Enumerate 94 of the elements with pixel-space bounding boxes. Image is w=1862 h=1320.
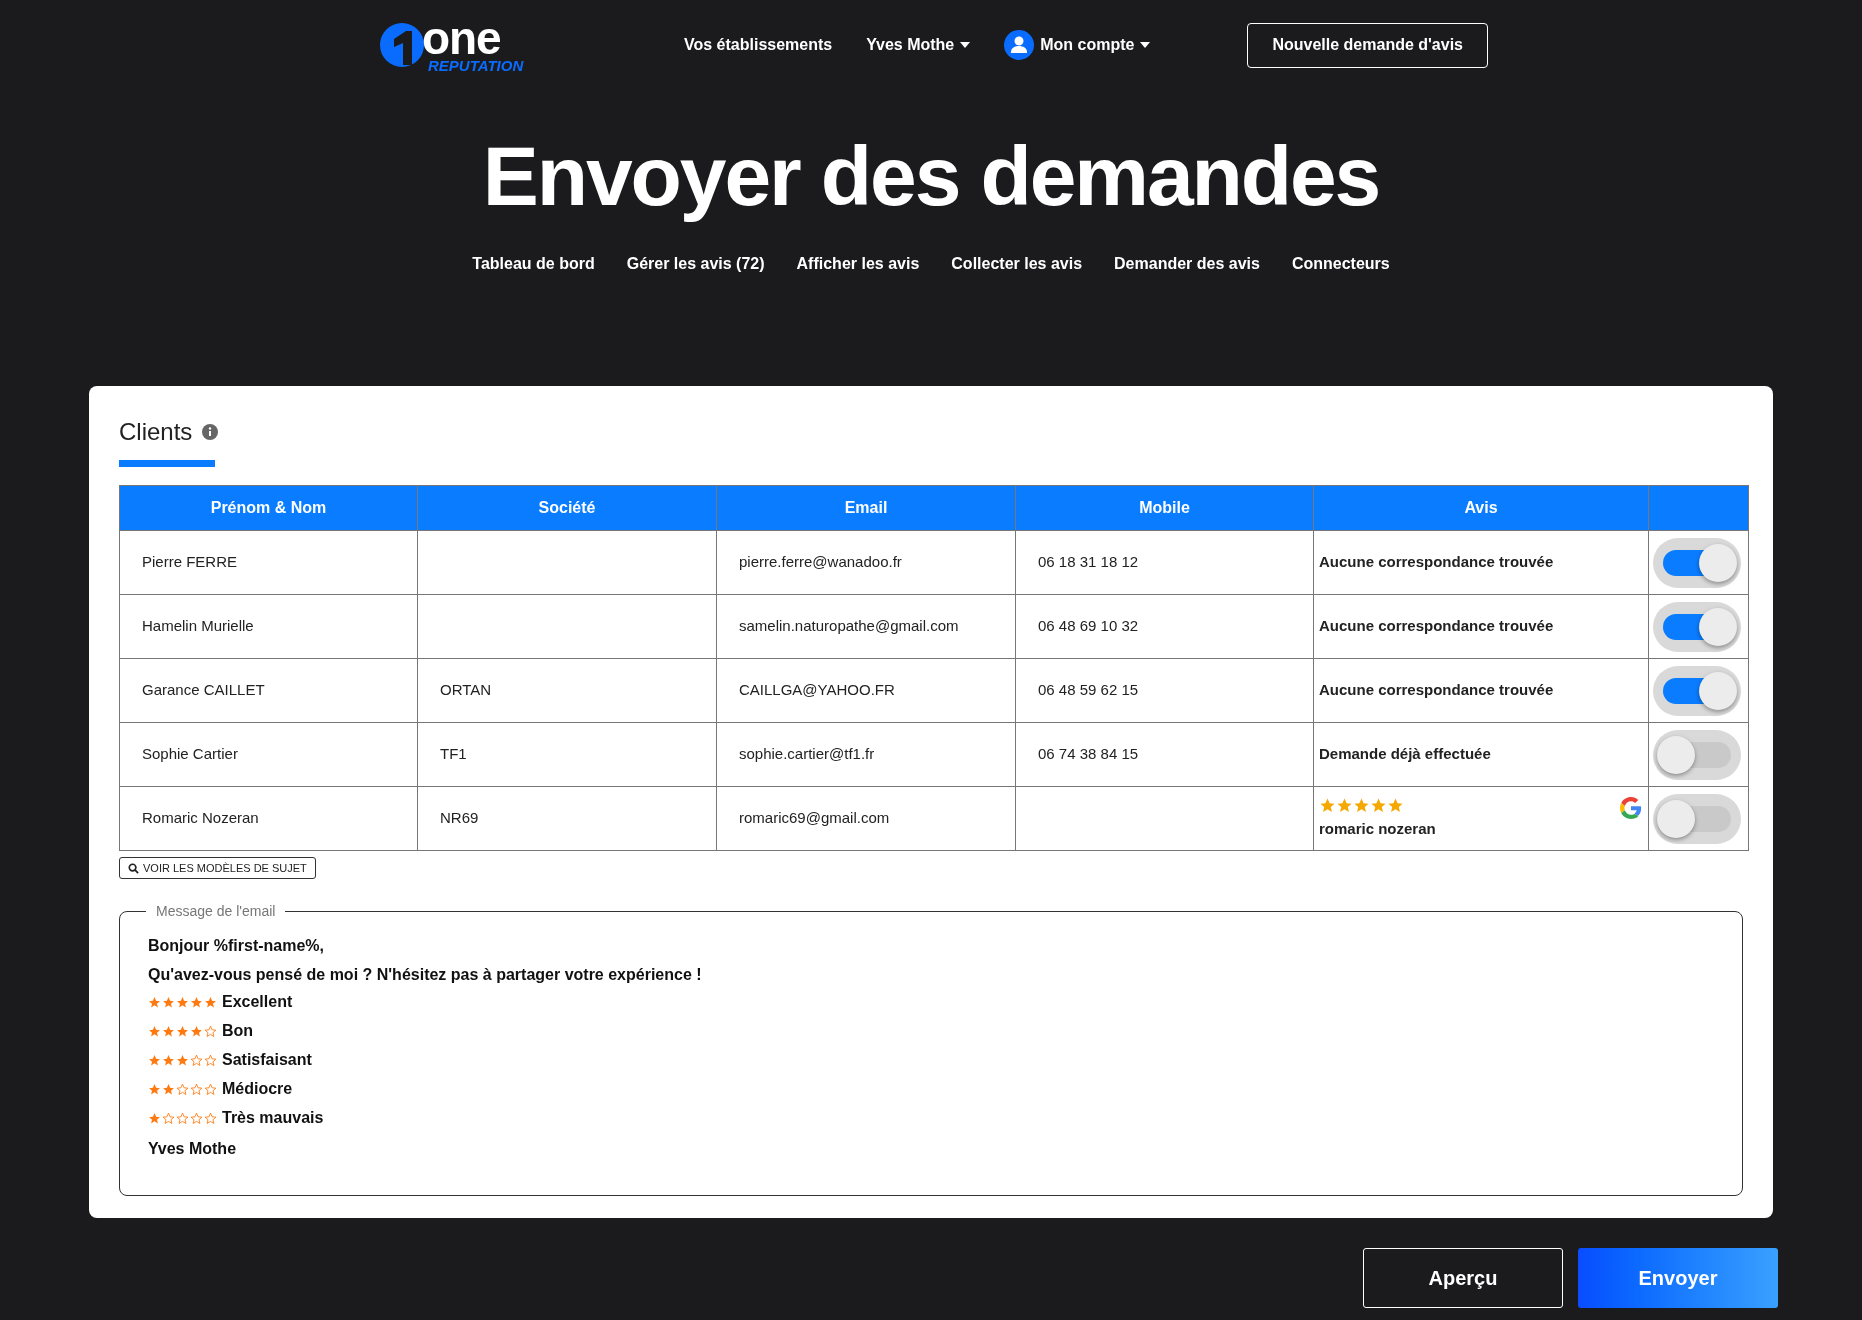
star-outline-icon (162, 1111, 175, 1125)
section-tab[interactable]: Connecteurs (1291, 252, 1390, 276)
nav-link[interactable]: Mon compte (1004, 30, 1151, 60)
star-icon (1387, 796, 1404, 814)
star-icon (148, 1024, 161, 1038)
star-icon (176, 1053, 189, 1067)
table-cell: romaric69@gmail.com (716, 786, 1016, 851)
section-tab[interactable]: Afficher les avis (796, 252, 920, 276)
star-icon (176, 1024, 189, 1038)
table-cell: Romaric Nozeran (119, 786, 418, 851)
toggle-switch[interactable] (1653, 793, 1741, 844)
reviewer-name: romaric nozeran (1319, 818, 1436, 839)
table-cell: CAILLGA@YAHOO.FR (716, 658, 1016, 723)
star-icon (1370, 796, 1387, 814)
info-icon (202, 424, 219, 440)
nav-link[interactable]: Yves Mothe (866, 33, 971, 57)
star-icon (162, 1053, 175, 1067)
review-status: Aucune correspondance trouvée (1319, 617, 1554, 635)
star-icon (148, 1082, 161, 1096)
section-tab[interactable]: Collecter les avis (951, 252, 1083, 276)
star-outline-icon (176, 1082, 189, 1096)
rating-label: Bon (222, 1021, 254, 1041)
message-line: Bonjour %first-name%, (148, 936, 325, 954)
message-line: Qu'avez-vous pensé de moi ? N'hésitez pas à partager votre expérience ! (148, 965, 703, 983)
table-cell: NR69 (417, 786, 717, 851)
rating-label: Satisfaisant (222, 1050, 312, 1070)
preview-button[interactable]: Aperçu (1363, 1248, 1563, 1308)
star-icon (190, 1024, 203, 1038)
google-icon (1620, 796, 1642, 819)
table-cell: 06 18 31 18 12 (1015, 530, 1314, 595)
review-status: Aucune correspondance trouvée (1319, 681, 1554, 699)
star-outline-icon (176, 1111, 189, 1125)
star-icon (148, 1111, 161, 1125)
rating-label: Excellent (222, 992, 293, 1012)
logo-wordmark: one (422, 17, 501, 58)
page-title: Envoyer des demandes (481, 128, 1381, 225)
table-cell: Sophie Cartier (119, 722, 418, 787)
star-outline-icon (204, 1053, 217, 1067)
star-icon (162, 1024, 175, 1038)
star-icon (1319, 796, 1336, 814)
star-icon (162, 995, 175, 1009)
column-header: Société (417, 485, 717, 531)
table-cell: sophie.cartier@tf1.fr (716, 722, 1016, 787)
table-cell: samelin.naturopathe@gmail.com (716, 594, 1016, 659)
search-icon (128, 862, 139, 874)
rating-label: Très mauvais (222, 1108, 324, 1128)
user-avatar-icon (1004, 30, 1035, 60)
table-cell: Hamelin Murielle (119, 594, 418, 659)
table-cell: Pierre FERRE (119, 530, 418, 595)
column-header: Prénom & Nom (119, 485, 418, 531)
star-icon (1353, 796, 1370, 814)
review-status: Aucune correspondance trouvée (1319, 553, 1554, 571)
star-outline-icon (204, 1111, 217, 1125)
column-header: Avis (1313, 485, 1649, 531)
table-cell: ORTAN (417, 658, 717, 723)
nav-link[interactable]: Vos établissements (684, 33, 833, 57)
toggle-switch[interactable] (1653, 537, 1741, 588)
star-icon (204, 995, 217, 1009)
star-icon (148, 995, 161, 1009)
table-cell: 06 48 69 10 32 (1015, 594, 1314, 659)
star-outline-icon (190, 1111, 203, 1125)
star-icon (148, 1053, 161, 1067)
table-cell: pierre.ferre@wanadoo.fr (716, 530, 1016, 595)
column-header: Email (716, 485, 1016, 531)
toggle-switch[interactable] (1653, 665, 1741, 716)
toggle-switch[interactable] (1653, 729, 1741, 780)
star-outline-icon (204, 1024, 217, 1038)
section-tab[interactable]: Gérer les avis (72) (626, 252, 765, 276)
table-cell: TF1 (417, 722, 717, 787)
clients-title: Clients (119, 417, 193, 447)
star-outline-icon (204, 1082, 217, 1096)
star-icon (162, 1082, 175, 1096)
star-icon (1336, 796, 1353, 814)
table-cell: 06 74 38 84 15 (1015, 722, 1314, 787)
view-templates-button[interactable]: VOIR LES MODÈLES DE SUJET (119, 857, 316, 879)
rating-label: Médiocre (222, 1079, 293, 1099)
message-legend: Message de l'email (146, 901, 286, 922)
star-outline-icon (190, 1082, 203, 1096)
new-request-button[interactable]: Nouvelle demande d'avis (1247, 22, 1488, 68)
star-icon (190, 995, 203, 1009)
table-cell: 06 48 59 62 15 (1015, 658, 1314, 723)
star-icon (176, 995, 189, 1009)
caret-icon (1140, 42, 1151, 48)
column-header: Mobile (1015, 485, 1314, 531)
toggle-switch[interactable] (1653, 601, 1741, 652)
section-tab[interactable]: Tableau de bord (472, 252, 595, 276)
message-line: Yves Mothe (148, 1139, 238, 1157)
table-cell: Garance CAILLET (119, 658, 418, 723)
review-status: Demande déjà effectuée (1319, 745, 1491, 763)
caret-icon (960, 42, 971, 48)
section-tab[interactable]: Demander des avis (1114, 252, 1260, 276)
send-button[interactable]: Envoyer (1578, 1248, 1778, 1308)
star-outline-icon (190, 1053, 203, 1067)
logo-tagline: REPUTATION (428, 57, 524, 73)
